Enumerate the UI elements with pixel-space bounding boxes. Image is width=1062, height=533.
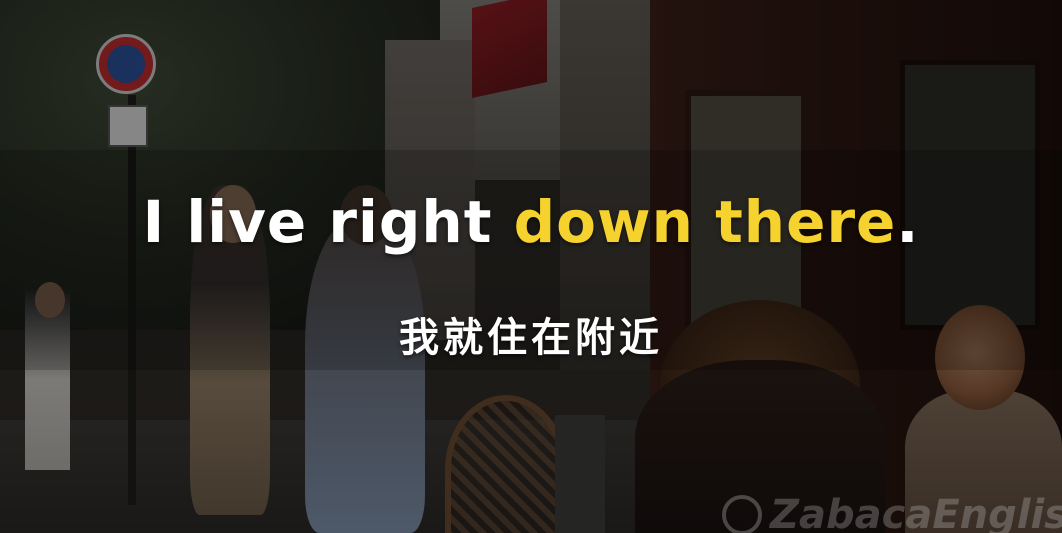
english-subtitle: I live right down there.	[0, 188, 1062, 256]
english-subtitle-period: .	[896, 188, 920, 256]
english-subtitle-plain: I live right	[142, 188, 493, 256]
english-subtitle-highlight: down there	[513, 188, 897, 256]
at-sign-icon: @	[722, 495, 762, 533]
watermark-text: ZabacaEnglis	[770, 492, 1062, 533]
channel-watermark: @ ZabacaEnglis	[722, 492, 1062, 533]
video-frame: I live right down there. 我就住在附近 @ Zabaca…	[0, 0, 1062, 533]
street-cafe-scene	[0, 0, 1062, 533]
dark-overlay	[0, 0, 1062, 533]
chinese-subtitle: 我就住在附近	[399, 315, 663, 361]
